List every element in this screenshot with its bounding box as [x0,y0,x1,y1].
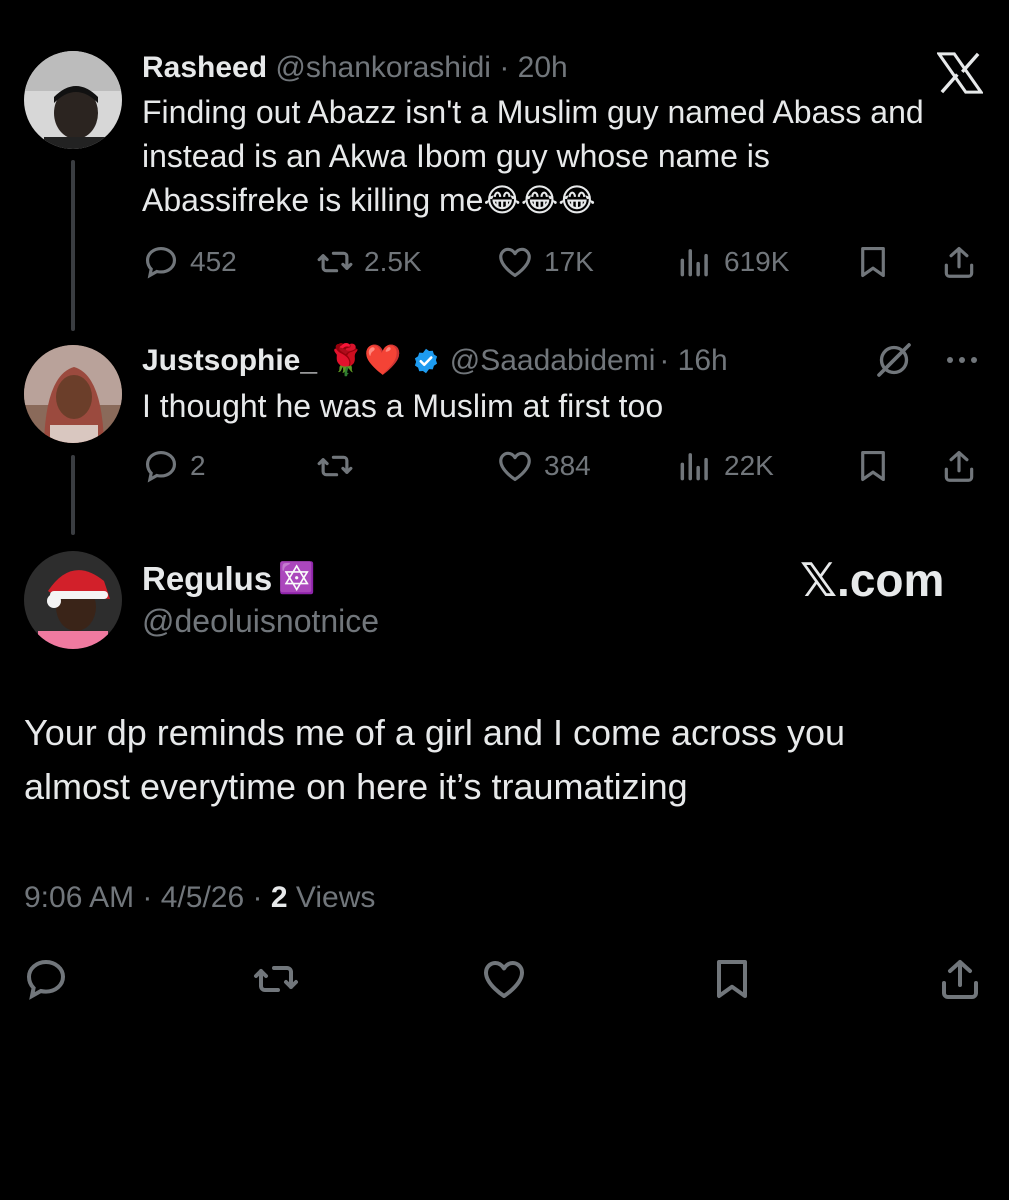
tweet-text-line: almost everytime on here it’s traumatizi… [24,766,688,807]
avatar-regulus[interactable] [24,551,122,649]
repost-icon [317,455,353,477]
author-handle[interactable]: @deoluisnotnice [142,600,379,642]
repost-count: 2.5K [364,246,422,277]
avatar-rasheed[interactable] [24,51,122,149]
views-label: Views [295,881,376,914]
bookmark-icon [861,450,885,482]
like-button[interactable] [480,955,528,1003]
share-button[interactable] [940,243,978,281]
bookmark-button[interactable] [708,955,756,1003]
bookmark-icon [861,246,885,278]
repost-icon [317,251,353,273]
share-icon [944,246,974,278]
tweet-actions: 2 384 22K [140,447,990,487]
reply-button[interactable] [22,955,70,1003]
tweet-text: I thought he was a Muslim at first too [142,384,663,428]
grok-icon[interactable] [874,340,914,380]
views-icon [680,249,708,277]
share-button[interactable] [936,955,984,1003]
views-count: 22K [724,450,774,481]
views-icon [680,453,708,481]
tweet-header: Justsophie_ 🌹❤️ @Saadabidemi · 16h [142,340,728,382]
like-count: 384 [544,450,591,481]
main-tweet-text: Your dp reminds me of a girl and I come … [24,706,845,814]
avatar-justsophie[interactable] [24,345,122,443]
repost-button[interactable] [252,955,300,1003]
share-button[interactable] [940,447,978,485]
tweet-header: Rasheed @shankorashidi · 20h [142,48,568,88]
repost-button[interactable]: 2.5K [316,243,422,281]
name-emojis: 🌹❤️ [327,344,402,377]
author-handle[interactable]: @shankorashidi [275,51,491,84]
reply-icon [26,959,66,1000]
tweet-time[interactable]: · 16h [659,340,727,382]
like-button[interactable]: 17K [496,243,594,281]
share-icon [942,960,978,999]
bookmark-button[interactable] [854,447,892,485]
tweet-time[interactable]: · 20h [499,51,567,84]
thread-line [71,455,75,535]
bookmark-button[interactable] [854,243,892,281]
verified-badge-icon[interactable] [412,347,440,375]
heart-icon [499,247,531,278]
reply-count: 452 [190,246,237,277]
author-name[interactable]: Justsophie_ [142,340,317,382]
repost-icon [254,966,298,992]
x-logo-icon[interactable] [937,52,983,94]
views-button[interactable]: 619K [676,243,789,281]
watermark: 𝕏.com [800,554,945,606]
main-tweet-actions [20,955,990,1015]
reply-button[interactable]: 2 [142,447,206,485]
tweet-text-line: instead is an Akwa Ibom guy whose name i… [142,138,770,174]
tweet-actions: 452 2.5K 17K 619K [140,243,990,283]
views-button[interactable]: 22K [676,447,774,485]
repost-button[interactable] [316,447,364,485]
share-icon [944,450,974,482]
tweet-text-line: Finding out Abazz isn't a Muslim guy nam… [142,94,924,130]
tweet-time[interactable]: 9:06 AM [24,881,134,914]
thread-line [71,160,75,331]
more-icon[interactable] [942,348,982,372]
views-count: 2 [270,881,288,914]
reply-button[interactable]: 452 [142,243,237,281]
reply-count: 2 [190,450,206,481]
name-emoji: 🔯 [278,562,316,595]
tweet-text-line: I thought he was a Muslim at first too [142,388,664,424]
like-button[interactable]: 384 [496,447,591,485]
heart-icon [484,961,524,998]
bookmark-icon [717,960,747,998]
author-handle[interactable]: @Saadabidemi [450,340,656,382]
views-count: 619K [724,246,790,277]
author-name[interactable]: Rasheed [142,51,267,84]
author-block: Regulus 🔯 @deoluisnotnice [142,558,379,642]
like-count: 17K [544,246,594,277]
tweet-text-line: Abassifreke is killing me😂😂😂 [142,182,596,218]
heart-icon [499,451,531,482]
tweet-meta: 9:06 AM · 4/5/26 · 2 Views [24,881,376,914]
tweet-text-line: Your dp reminds me of a girl and I come … [24,712,846,753]
author-name[interactable]: Regulus [142,558,272,600]
tweet-date[interactable]: 4/5/26 [161,881,244,914]
tweet-text: Finding out Abazz isn't a Muslim guy nam… [142,90,924,222]
reply-icon [145,450,177,483]
reply-icon [145,246,177,279]
